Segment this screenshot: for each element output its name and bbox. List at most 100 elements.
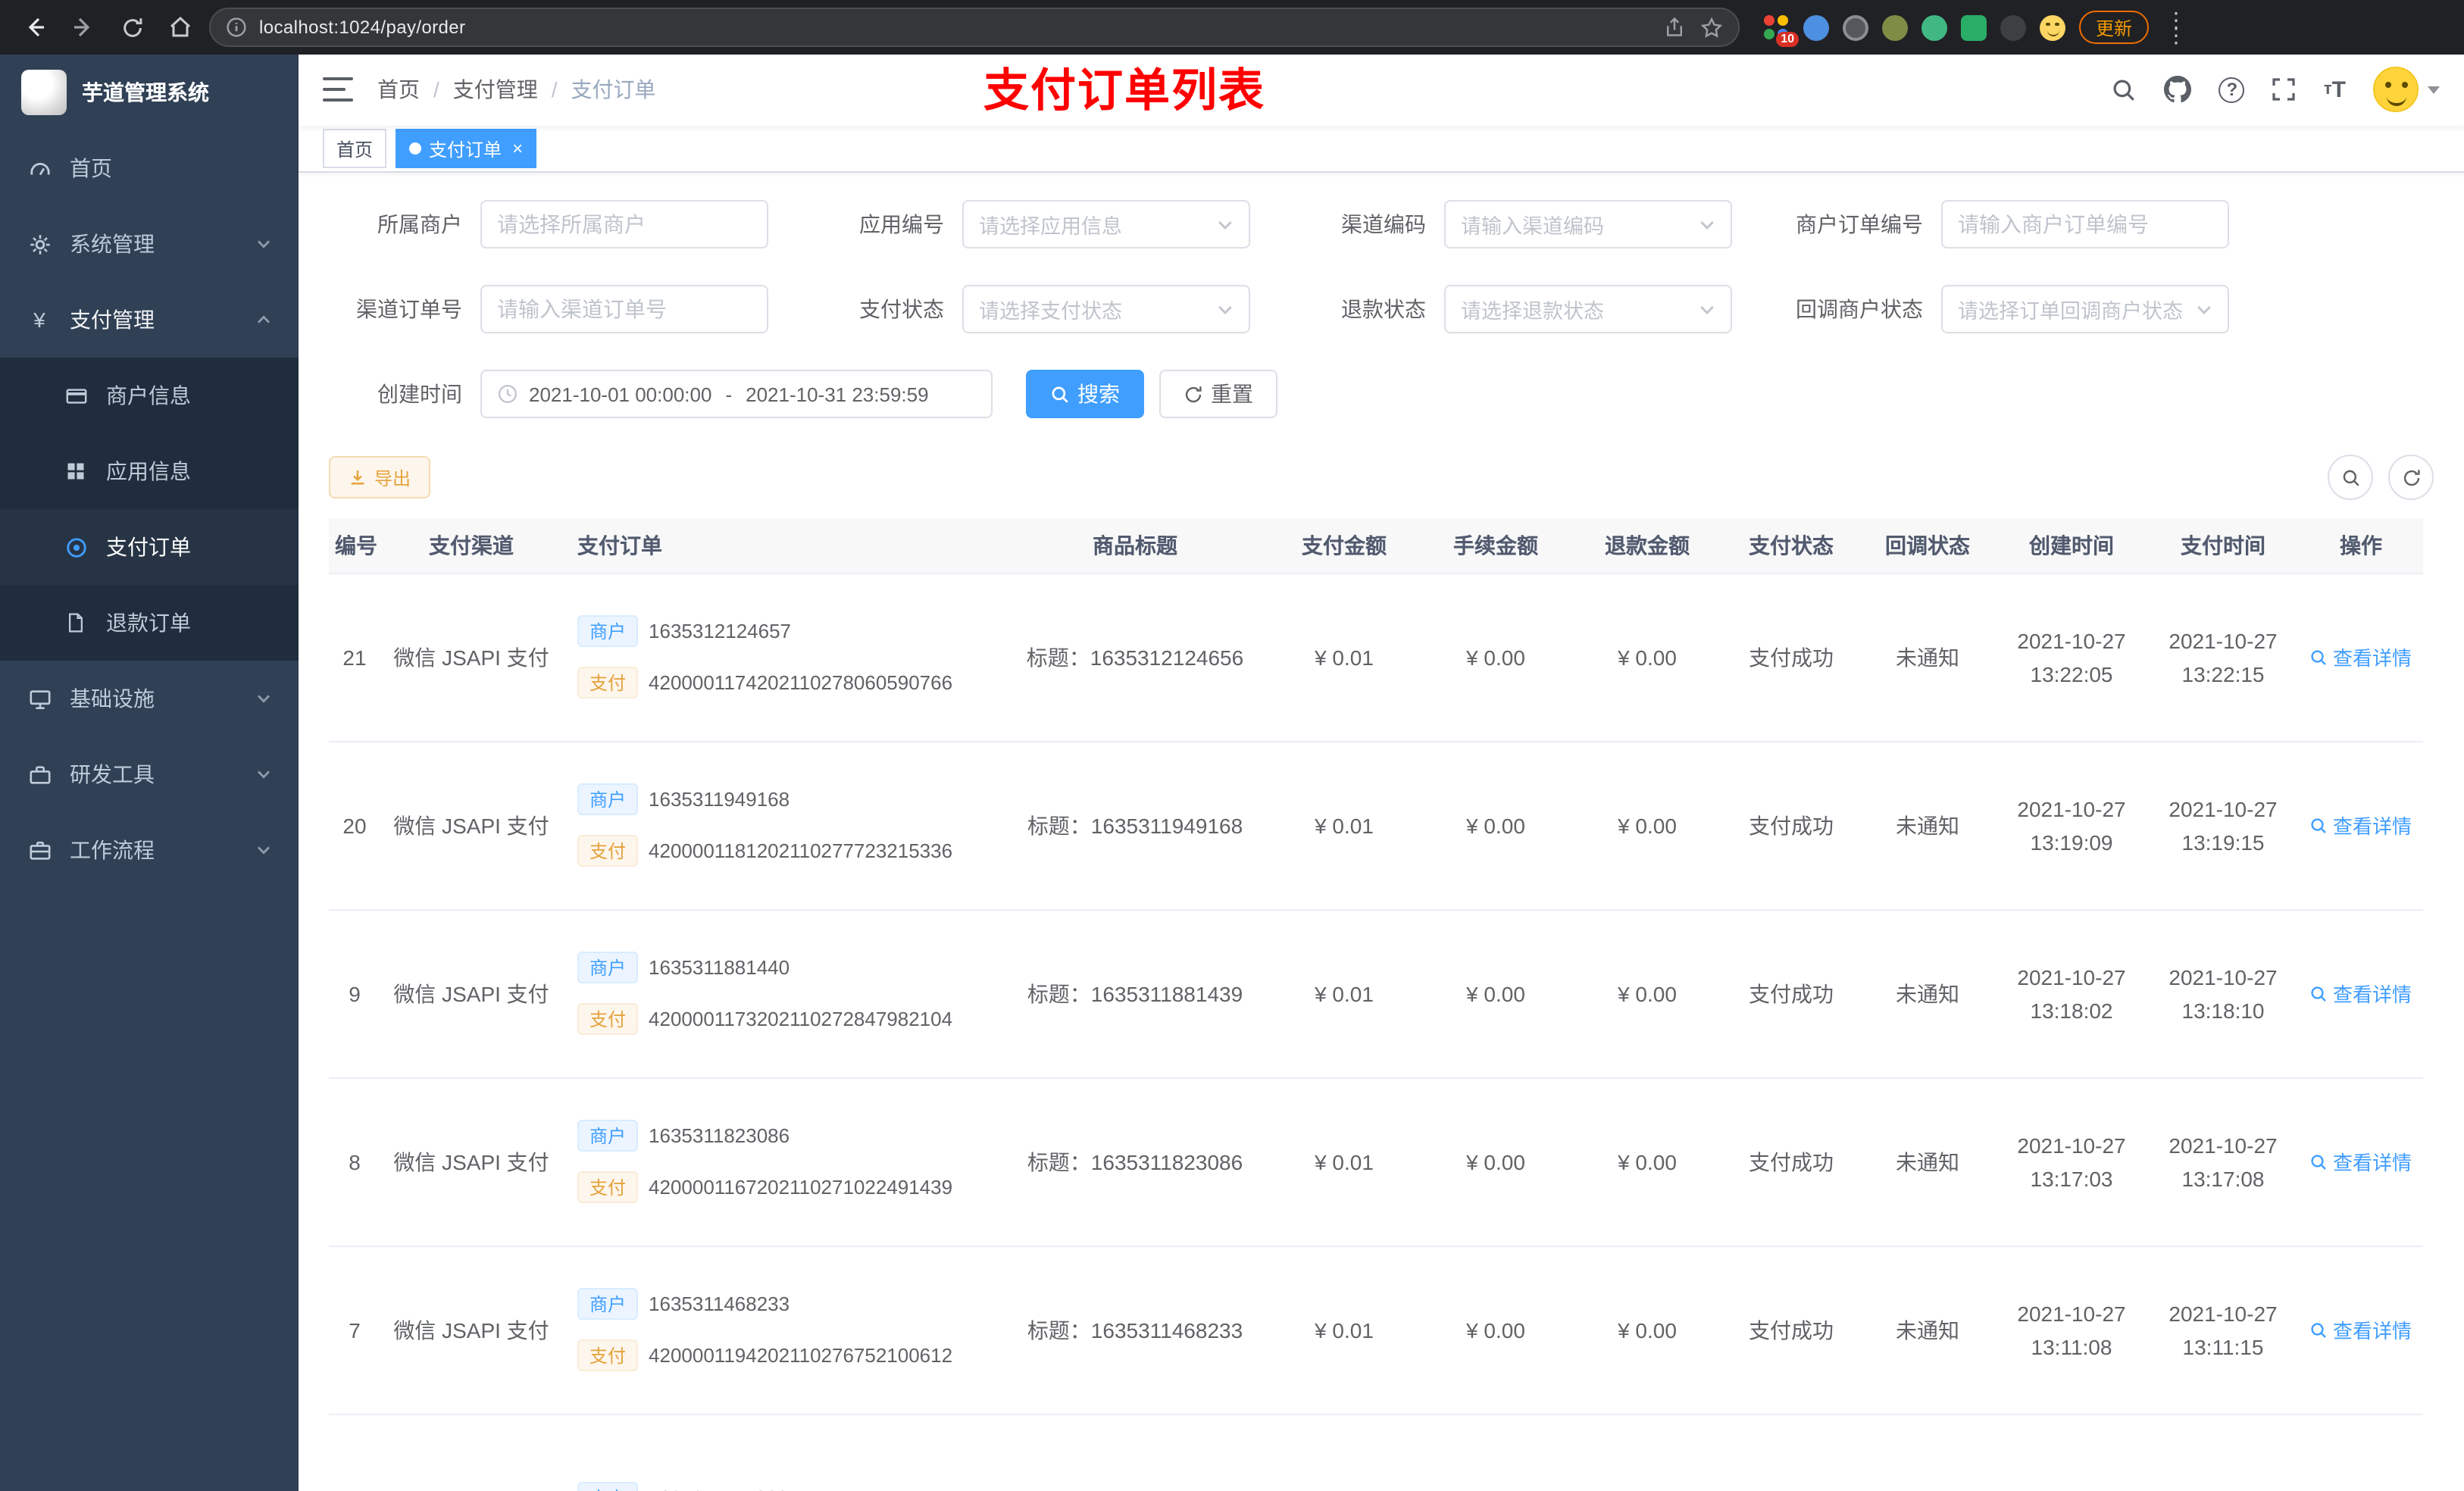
table-row: 8 微信 JSAPI 支付 商户 1635311823086 支付 42000011… [329,1077,2423,1247]
pay-status-select[interactable]: 请选择支付状态 [962,285,1250,334]
address-bar[interactable]: localhost:1024/pay/order [209,8,1740,47]
app-select[interactable]: 请选择应用信息 [962,200,1250,249]
cell-amount: ¥ 0.01 [1268,741,1420,911]
sidebar-item-merchant-info[interactable]: 商户信息 [0,358,299,433]
create-time-range-picker[interactable]: 2021-10-01 00:00:00 - 2021-10-31 23:59:5… [480,370,993,419]
cell-create-time: 2021-10-27 13:11:08 [1996,1246,2147,1415]
sidebar-item-workflow[interactable]: 工作流程 [0,812,299,888]
view-detail-link[interactable]: 查看详情 [2310,980,2412,1008]
filter-channel-order-no: 渠道订单号 [329,285,768,334]
close-icon[interactable]: × [512,139,523,158]
fullscreen-icon[interactable] [2272,78,2297,102]
refresh-icon[interactable] [2388,455,2434,501]
sidebar-item-infra[interactable]: 基础设施 [0,661,299,736]
sidebar-item-app-info[interactable]: 应用信息 [0,433,299,509]
cell-refund: ¥ 0.00 [1571,909,1723,1079]
merchant-input[interactable] [480,200,768,249]
filter-merchant: 所属商户 [329,200,768,249]
extension-colordots-icon[interactable]: 10 [1764,14,1799,46]
channel-code-select[interactable]: 请输入渠道编码 [1444,200,1732,249]
breadcrumb-separator: / [433,77,439,102]
browser-update-button[interactable]: 更新 [2079,11,2150,44]
chevron-down-icon [256,842,271,858]
sidebar-item-home[interactable]: 首页 [0,130,299,206]
export-button[interactable]: 导出 [329,456,431,499]
merchant-order-no: 1635311468233 [649,1293,790,1316]
home-icon[interactable] [161,8,200,47]
tab-pay-order[interactable]: 支付订单 × [396,129,537,169]
extension-vue-icon[interactable] [1921,14,1947,40]
cell-id: 9 [329,909,380,1079]
share-icon[interactable] [1664,17,1685,38]
toggle-search-icon[interactable] [2328,455,2373,501]
back-icon[interactable] [15,8,55,47]
cell-fee: ¥ 0.00 [1420,573,1571,742]
table-toolbar: 导出 [329,455,2434,501]
profile-avatar-icon[interactable] [2040,14,2065,40]
extension-olive-icon[interactable] [1882,14,1908,40]
bookmark-star-icon[interactable] [1700,16,1723,39]
extension-dark-icon[interactable] [2000,14,2026,40]
sidebar-item-pay-order[interactable]: 支付订单 [0,509,299,585]
view-detail-link[interactable]: 查看详情 [2310,643,2412,672]
site-info-icon[interactable] [226,17,247,38]
sidebar-item-payment[interactable]: ¥ 支付管理 [0,282,299,358]
clock-icon [497,384,518,405]
extension-chat-icon[interactable] [1961,14,1987,40]
pay-tag: 支付 [577,1003,639,1036]
monitor-icon [27,686,52,711]
cell-id: 8 [329,1077,380,1247]
extension-blue-icon[interactable] [1803,14,1829,40]
cell-actions: 查看详情 [2299,573,2423,742]
merchant-order-no-input[interactable] [1941,200,2229,249]
view-detail-link[interactable]: 查看详情 [2310,1148,2412,1177]
sidebar-item-label: 系统管理 [70,232,155,256]
cell-pay-order: 商户 1635311468233 支付 4200001194202110276752… [562,1246,1002,1415]
cell-notify: 未通知 [1859,573,1996,742]
cell-notify: 未通知 [1859,1246,1996,1415]
merchant-tag: 商户 [577,1120,639,1152]
cell-actions [2299,1414,2423,1491]
cell-pay-order: 商户 1635311823086 支付 4200001167202110271022… [562,1077,1002,1247]
sidebar-item-system[interactable]: 系统管理 [0,206,299,282]
view-detail-link[interactable]: 查看详情 [2310,811,2412,840]
refund-status-select[interactable]: 请选择退款状态 [1444,285,1732,334]
user-menu[interactable] [2373,67,2440,113]
merchant-order-no: 1635311823086 [649,1124,790,1148]
breadcrumb-payment[interactable]: 支付管理 [453,75,538,105]
search-icon[interactable] [2112,77,2137,103]
col-title: 商品标题 [1002,518,1268,574]
hamburger-icon[interactable] [323,77,353,102]
forward-icon[interactable] [64,8,103,47]
pay-tag: 支付 [577,1339,639,1372]
sidebar: 芋道管理系统 首页 系统管理 ¥ 支付管理 商户信息 应用信息 支付订单 退款订… [0,55,299,1491]
avatar[interactable] [2373,67,2419,113]
url-text[interactable]: localhost:1024/pay/order [259,17,1652,38]
reload-icon[interactable] [112,8,152,47]
extension-ring-icon[interactable] [1843,14,1868,40]
browser-menu-icon[interactable]: ⋮ ⋮ [2162,9,2190,45]
sidebar-item-refund-order[interactable]: 退款订单 [0,585,299,661]
view-detail-link[interactable]: 查看详情 [2310,1316,2412,1345]
cell-title: 标题：1635311881439 [1002,909,1268,1079]
font-size-icon[interactable]: тT [2324,77,2346,103]
github-icon[interactable] [2164,76,2192,104]
tab-home[interactable]: 首页 [323,129,387,169]
page-title-annotation: 支付订单列表 [983,67,1265,117]
cell-actions: 查看详情 [2299,1246,2423,1415]
date-end-value: 2021-10-31 23:59:59 [746,383,929,406]
sidebar-item-label: 应用信息 [106,459,191,483]
channel-order-no-input[interactable] [480,285,768,334]
merchant-tag: 商户 [577,952,639,984]
breadcrumb-home[interactable]: 首页 [377,75,420,105]
filter-label: 退款状态 [1341,297,1426,322]
sidebar-item-devtools[interactable]: 研发工具 [0,736,299,812]
cell-refund: ¥ 0.00 [1571,573,1723,742]
channel-pay-no: 4200001174202110278060590766 [649,671,953,695]
notify-status-select[interactable]: 请选择订单回调商户状态 [1941,285,2229,334]
table-row: 商户 1635311157963 [329,1414,2423,1491]
docs-question-icon[interactable]: ? [2219,77,2245,103]
chevron-down-icon [256,767,271,782]
reset-button[interactable]: 重置 [1159,370,1277,419]
search-button[interactable]: 搜索 [1026,370,1144,419]
